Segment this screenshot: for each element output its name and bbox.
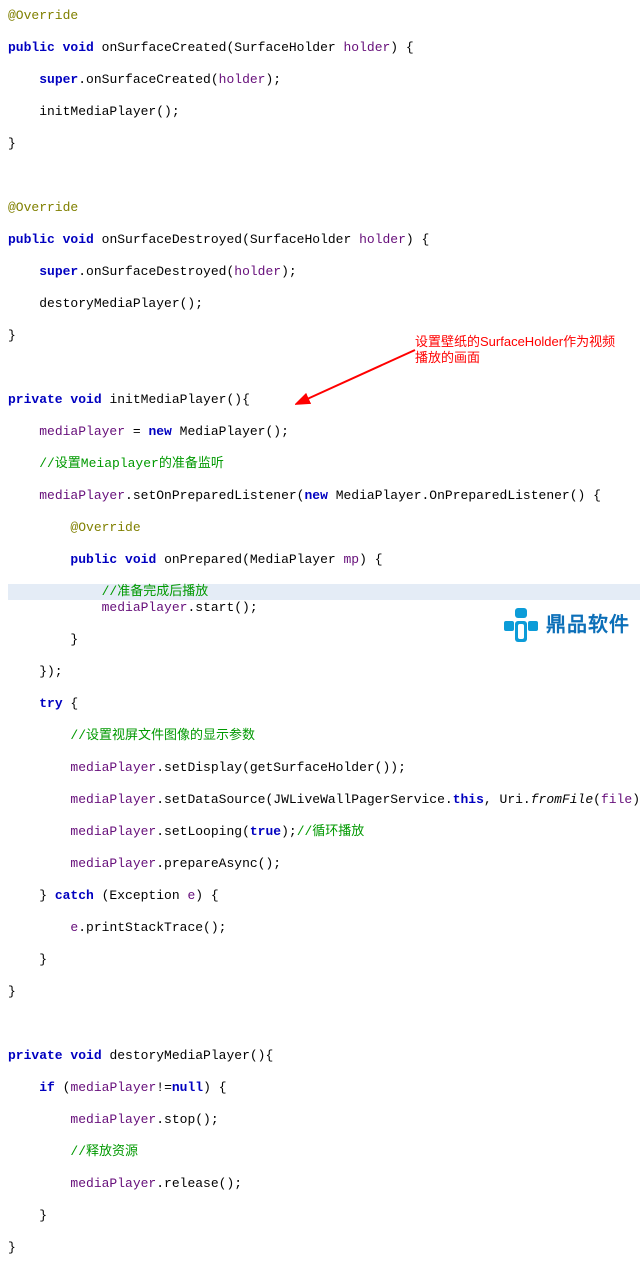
callout-line: 播放的画面 [415, 350, 615, 366]
callout-line: 设置壁纸的SurfaceHolder作为视频 [415, 334, 615, 350]
annotation: @Override [8, 200, 78, 215]
annotation: @Override [8, 8, 78, 23]
comment: //设置Meiaplayer的准备监听 [8, 456, 224, 471]
watermark-text: 鼎品软件 [546, 617, 630, 633]
comment: //释放资源 [8, 1144, 138, 1159]
comment: //设置视屏文件图像的显示参数 [8, 728, 255, 743]
highlighted-line: //准备完成后播放 [8, 584, 640, 600]
logo-icon [502, 606, 540, 644]
annotation-callout: 设置壁纸的SurfaceHolder作为视频 播放的画面 [415, 334, 615, 366]
watermark-logo: 鼎品软件 [502, 606, 630, 644]
